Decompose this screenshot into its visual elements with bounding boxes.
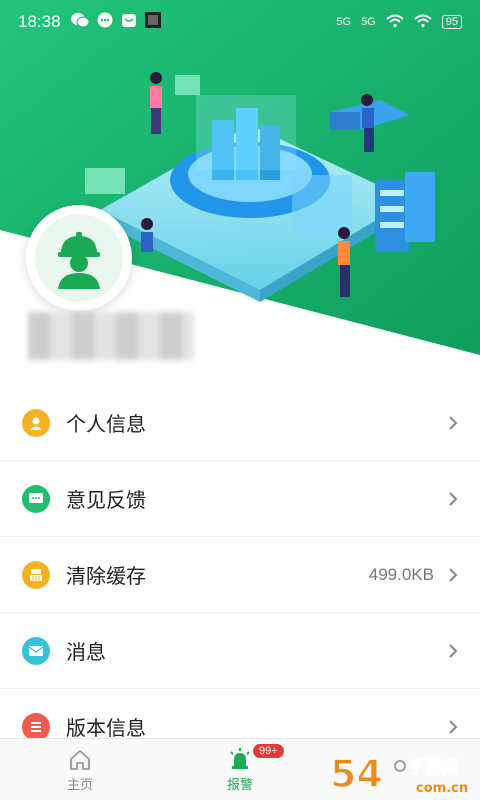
wifi-icon: [386, 14, 404, 31]
battery-indicator: 95: [441, 15, 462, 29]
menu-item-label: 版本信息: [66, 716, 146, 740]
tab-home[interactable]: 主页: [0, 739, 160, 800]
menu-item-feedback[interactable]: 意见反馈: [0, 461, 480, 537]
broom-icon: [22, 560, 50, 589]
menu-item-personal-info[interactable]: 个人信息: [0, 385, 480, 461]
signal-5g-2: 5G: [361, 16, 376, 28]
site-watermark-logo: 54 手游网 com.cn: [329, 751, 468, 797]
chevron-right-icon: [446, 491, 460, 506]
app-thumbnail-icon: [144, 11, 161, 33]
chevron-right-icon: [446, 719, 460, 734]
chevron-right-icon: [446, 415, 460, 430]
wechat-icon: [70, 12, 90, 33]
menu-item-label: 个人信息: [66, 412, 146, 436]
cache-size: 499.0KB: [368, 564, 434, 584]
watermark-domain: com.cn: [416, 781, 468, 796]
profile-header: 18:38 5G 5G 95: [0, 0, 480, 385]
mail-icon: [22, 636, 50, 665]
chat-icon: [97, 12, 113, 33]
person-icon: [22, 408, 50, 437]
wifi-icon-2: [414, 14, 432, 31]
menu-item-clear-cache[interactable]: 清除缓存 499.0KB: [0, 537, 480, 613]
status-time: 18:38: [18, 12, 61, 31]
watermark-number: 54: [330, 752, 383, 796]
list-icon: [22, 712, 50, 741]
alarm-icon: [228, 746, 252, 774]
username-redacted: [28, 312, 194, 360]
chevron-right-icon: [446, 567, 460, 582]
worker-avatar-icon: [35, 214, 123, 302]
chat-bubble-icon: [22, 484, 50, 513]
status-bar: 18:38 5G 5G 95: [0, 0, 480, 44]
avatar[interactable]: [26, 205, 132, 311]
chevron-right-icon: [446, 643, 460, 658]
menu-item-label: 清除缓存: [66, 564, 146, 588]
home-icon: [68, 746, 92, 774]
tab-home-label: 主页: [66, 778, 93, 793]
signal-5g-1: 5G: [336, 16, 352, 28]
settings-menu: 个人信息 意见反馈 清除缓存 499.0KB 消息 版本信息: [0, 385, 480, 765]
tab-alarm[interactable]: 报警 99+: [160, 739, 320, 800]
menu-item-messages[interactable]: 消息: [0, 613, 480, 689]
tab-alarm-label: 报警: [226, 778, 253, 793]
bag-icon: [121, 12, 137, 33]
watermark-title: 手游网: [408, 757, 459, 778]
menu-item-label: 消息: [66, 640, 106, 664]
menu-item-label: 意见反馈: [66, 488, 146, 512]
alarm-count-badge: 99+: [252, 743, 285, 759]
